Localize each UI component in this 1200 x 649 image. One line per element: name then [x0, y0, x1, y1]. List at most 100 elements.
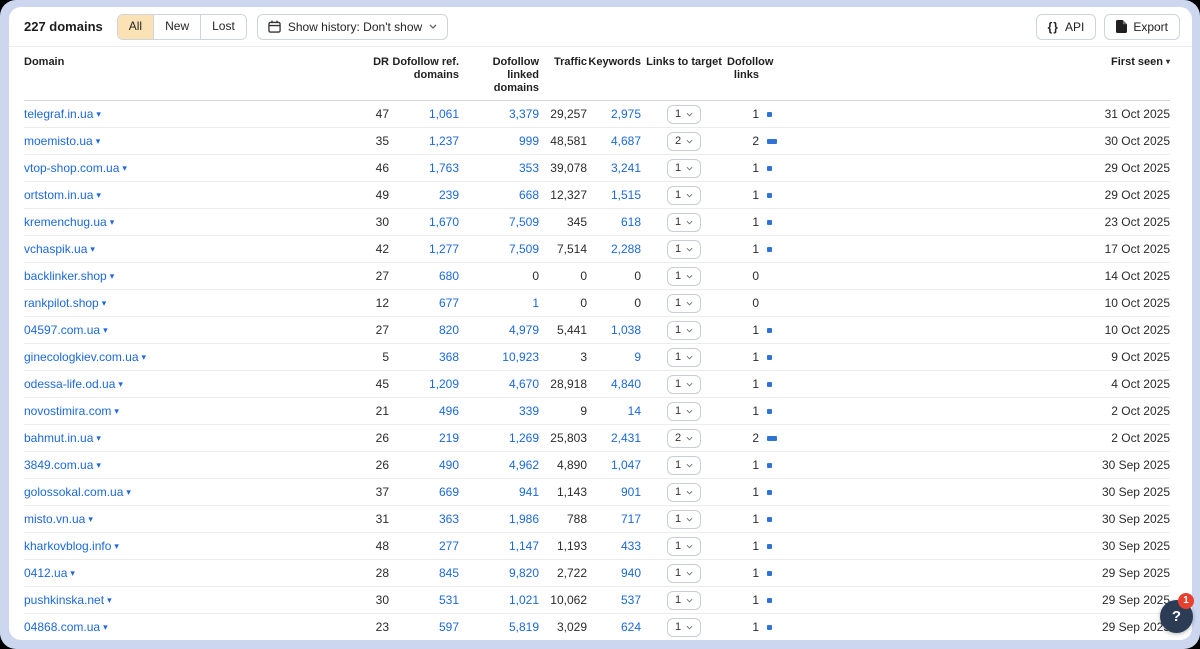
linked-domains-link[interactable]: 7,509: [509, 242, 539, 256]
filter-lost-button[interactable]: Lost: [201, 15, 246, 39]
ref-domains-link[interactable]: 277: [439, 539, 459, 553]
show-history-dropdown[interactable]: Show history: Don't show: [257, 14, 448, 40]
keywords-link[interactable]: 2,975: [611, 107, 641, 121]
links-to-target-select[interactable]: 1: [667, 267, 701, 286]
links-to-target-select[interactable]: 1: [667, 537, 701, 556]
linked-domains-link[interactable]: 5,819: [509, 620, 539, 634]
ref-domains-link[interactable]: 531: [439, 593, 459, 607]
links-to-target-select[interactable]: 1: [667, 483, 701, 502]
keywords-link[interactable]: 4,687: [611, 134, 641, 148]
ref-domains-link[interactable]: 1,237: [429, 134, 459, 148]
keywords-link[interactable]: 2,288: [611, 242, 641, 256]
domain-link[interactable]: misto.vn.ua▾: [24, 512, 93, 526]
domain-link[interactable]: telegraf.in.ua▾: [24, 107, 101, 121]
linked-domains-link[interactable]: 999: [519, 134, 539, 148]
linked-domains-link[interactable]: 1: [532, 296, 539, 310]
ref-domains-link[interactable]: 677: [439, 296, 459, 310]
domain-link[interactable]: golossokal.com.ua▾: [24, 485, 131, 499]
domain-link[interactable]: odessa-life.od.ua▾: [24, 377, 123, 391]
keywords-link[interactable]: 717: [621, 512, 641, 526]
keywords-link[interactable]: 940: [621, 566, 641, 580]
filter-all-button[interactable]: All: [118, 15, 154, 39]
domain-link[interactable]: vtop-shop.com.ua▾: [24, 161, 127, 175]
domain-link[interactable]: ortstom.in.ua▾: [24, 188, 101, 202]
ref-domains-link[interactable]: 239: [439, 188, 459, 202]
linked-domains-link[interactable]: 1,269: [509, 431, 539, 445]
links-to-target-select[interactable]: 1: [667, 213, 701, 232]
linked-domains-link[interactable]: 4,670: [509, 377, 539, 391]
ref-domains-link[interactable]: 1,670: [429, 215, 459, 229]
keywords-link[interactable]: 1,515: [611, 188, 641, 202]
linked-domains-link[interactable]: 10,923: [502, 350, 539, 364]
links-to-target-select[interactable]: 1: [667, 375, 701, 394]
keywords-link[interactable]: 1,047: [611, 458, 641, 472]
links-to-target-select[interactable]: 1: [667, 510, 701, 529]
linked-domains-link[interactable]: 9,820: [509, 566, 539, 580]
domain-link[interactable]: backlinker.shop▾: [24, 269, 114, 283]
linked-domains-link[interactable]: 668: [519, 188, 539, 202]
api-button[interactable]: {} API: [1036, 14, 1097, 40]
ref-domains-link[interactable]: 845: [439, 566, 459, 580]
links-to-target-select[interactable]: 1: [667, 591, 701, 610]
keywords-link[interactable]: 4,840: [611, 377, 641, 391]
domain-link[interactable]: kremenchug.ua▾: [24, 215, 114, 229]
linked-domains-link[interactable]: 4,962: [509, 458, 539, 472]
keywords-link[interactable]: 9: [634, 350, 641, 364]
links-to-target-select[interactable]: 1: [667, 294, 701, 313]
ref-domains-link[interactable]: 363: [439, 512, 459, 526]
links-to-target-select[interactable]: 1: [667, 348, 701, 367]
col-header-first-seen[interactable]: First seen▾: [1040, 47, 1170, 101]
domain-link[interactable]: pushkinska.net▾: [24, 593, 112, 607]
linked-domains-link[interactable]: 1,147: [509, 539, 539, 553]
links-to-target-select[interactable]: 1: [667, 564, 701, 583]
linked-domains-link[interactable]: 339: [519, 404, 539, 418]
links-to-target-select[interactable]: 2: [667, 429, 701, 448]
keywords-link[interactable]: 14: [628, 404, 641, 418]
keywords-link[interactable]: 618: [621, 215, 641, 229]
ref-domains-link[interactable]: 490: [439, 458, 459, 472]
domain-link[interactable]: bahmut.in.ua▾: [24, 431, 101, 445]
links-to-target-select[interactable]: 1: [667, 240, 701, 259]
ref-domains-link[interactable]: 597: [439, 620, 459, 634]
domain-link[interactable]: 04597.com.ua▾: [24, 323, 108, 337]
keywords-link[interactable]: 433: [621, 539, 641, 553]
filter-new-button[interactable]: New: [154, 15, 201, 39]
linked-domains-link[interactable]: 4,979: [509, 323, 539, 337]
domain-link[interactable]: kharkovblog.info▾: [24, 539, 119, 553]
linked-domains-link[interactable]: 1,986: [509, 512, 539, 526]
links-to-target-select[interactable]: 1: [667, 321, 701, 340]
domain-link[interactable]: ginecologkiev.com.ua▾: [24, 350, 146, 364]
ref-domains-link[interactable]: 496: [439, 404, 459, 418]
ref-domains-link[interactable]: 1,763: [429, 161, 459, 175]
links-to-target-select[interactable]: 2: [667, 132, 701, 151]
linked-domains-link[interactable]: 7,509: [509, 215, 539, 229]
linked-domains-link[interactable]: 353: [519, 161, 539, 175]
ref-domains-link[interactable]: 368: [439, 350, 459, 364]
help-button[interactable]: ? 1: [1160, 600, 1193, 633]
domain-link[interactable]: rankpilot.shop▾: [24, 296, 106, 310]
ref-domains-link[interactable]: 1,061: [429, 107, 459, 121]
links-to-target-select[interactable]: 1: [667, 618, 701, 637]
domain-link[interactable]: 0412.ua▾: [24, 566, 75, 580]
links-to-target-select[interactable]: 1: [667, 186, 701, 205]
links-to-target-select[interactable]: 1: [667, 402, 701, 421]
ref-domains-link[interactable]: 820: [439, 323, 459, 337]
linked-domains-link[interactable]: 941: [519, 485, 539, 499]
ref-domains-link[interactable]: 1,277: [429, 242, 459, 256]
domain-link[interactable]: novostimira.com▾: [24, 404, 119, 418]
keywords-link[interactable]: 901: [621, 485, 641, 499]
links-to-target-select[interactable]: 1: [667, 105, 701, 124]
domain-link[interactable]: vchaspik.ua▾: [24, 242, 95, 256]
links-to-target-select[interactable]: 1: [667, 159, 701, 178]
keywords-link[interactable]: 3,241: [611, 161, 641, 175]
domain-link[interactable]: 3849.com.ua▾: [24, 458, 101, 472]
ref-domains-link[interactable]: 219: [439, 431, 459, 445]
keywords-link[interactable]: 537: [621, 593, 641, 607]
ref-domains-link[interactable]: 669: [439, 485, 459, 499]
links-to-target-select[interactable]: 1: [667, 456, 701, 475]
keywords-link[interactable]: 2,431: [611, 431, 641, 445]
ref-domains-link[interactable]: 680: [439, 269, 459, 283]
export-button[interactable]: Export: [1104, 14, 1180, 40]
domain-link[interactable]: moemisto.ua▾: [24, 134, 100, 148]
linked-domains-link[interactable]: 3,379: [509, 107, 539, 121]
